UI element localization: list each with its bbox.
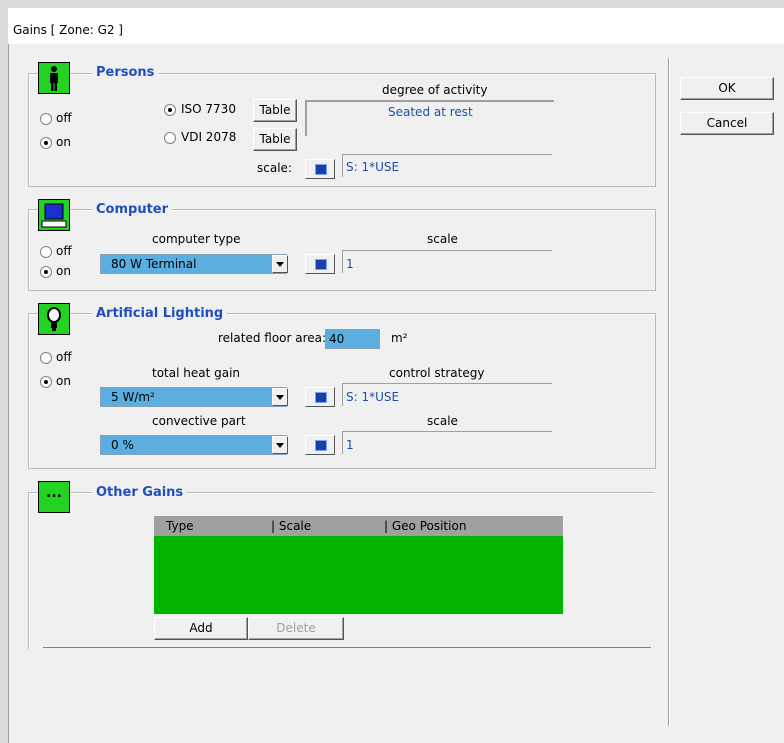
add-button[interactable]: Add: [154, 617, 248, 640]
computer-off-radio[interactable]: [40, 246, 52, 258]
cancel-button[interactable]: Cancel: [680, 112, 774, 135]
persons-off-label: off: [56, 111, 72, 125]
lighting-scale-button[interactable]: [305, 435, 335, 455]
gains-table-header: [154, 516, 563, 536]
heat-gain-label: total heat gain: [152, 366, 241, 380]
persons-scale-button[interactable]: [305, 159, 335, 179]
vdi-table-button[interactable]: Table: [253, 128, 297, 151]
computer-on-label: on: [56, 264, 71, 278]
schedule-icon: [315, 392, 327, 403]
floor-area-unit: m²: [391, 331, 408, 345]
computer-type-label: computer type: [152, 232, 241, 246]
separator: [669, 58, 670, 726]
delete-button[interactable]: Delete: [248, 617, 344, 640]
convective-label: convective part: [152, 414, 246, 428]
persons-title: Persons: [92, 65, 159, 80]
column-geo-position[interactable]: | Geo Position: [384, 519, 466, 533]
title-bar: [8, 8, 784, 44]
other-gains-icon: ...: [38, 481, 70, 513]
persons-scale-field[interactable]: S: 1*USE: [342, 154, 552, 177]
lighting-on-radio[interactable]: [40, 376, 52, 388]
chevron-down-icon[interactable]: [272, 436, 288, 454]
chevron-down-icon[interactable]: [272, 388, 288, 406]
lighting-on-label: on: [56, 374, 71, 388]
window-title: Gains [ Zone: G2 ]: [13, 23, 123, 37]
computer-icon: [38, 199, 70, 231]
lighting-off-radio[interactable]: [40, 352, 52, 364]
persons-scale-label: scale:: [257, 161, 292, 175]
activity-value: Seated at rest: [388, 105, 473, 119]
persons-off-radio[interactable]: [40, 113, 52, 125]
computer-off-label: off: [56, 244, 72, 258]
person-icon: [38, 62, 70, 94]
control-strategy-label: control strategy: [389, 366, 485, 380]
separator: [43, 647, 651, 648]
computer-on-radio[interactable]: [40, 266, 52, 278]
computer-scale-field[interactable]: 1: [342, 250, 552, 273]
convective-select[interactable]: 0 %: [100, 435, 287, 455]
lighting-scale-label: scale: [427, 414, 458, 428]
lighting-off-label: off: [56, 350, 72, 364]
iso-label: ISO 7730: [181, 102, 236, 116]
floor-area-input[interactable]: 40: [325, 329, 380, 349]
vdi-label: VDI 2078: [181, 130, 237, 144]
ok-button[interactable]: OK: [680, 77, 774, 100]
schedule-icon: [315, 440, 327, 451]
lightbulb-icon: [38, 303, 70, 335]
persons-on-label: on: [56, 135, 71, 149]
computer-scale-button[interactable]: [305, 254, 335, 274]
computer-scale-label: scale: [427, 232, 458, 246]
lighting-title: Artificial Lighting: [92, 306, 228, 321]
chevron-down-icon[interactable]: [272, 255, 288, 273]
floor-area-label: related floor area:: [218, 331, 327, 345]
heat-gain-select[interactable]: 5 W/m²: [100, 387, 287, 407]
activity-label: degree of activity: [382, 83, 488, 97]
column-scale[interactable]: | Scale: [271, 519, 311, 533]
iso-radio[interactable]: [164, 104, 176, 116]
iso-table-button[interactable]: Table: [253, 99, 297, 122]
schedule-icon: [315, 259, 327, 270]
computer-title: Computer: [92, 202, 173, 217]
control-strategy-button[interactable]: [305, 387, 335, 407]
lighting-scale-field[interactable]: 1: [342, 431, 552, 454]
vdi-radio[interactable]: [164, 132, 176, 144]
computer-type-select[interactable]: 80 W Terminal: [100, 254, 287, 274]
other-gains-title: Other Gains: [92, 485, 188, 500]
schedule-icon: [315, 164, 327, 175]
persons-on-radio[interactable]: [40, 137, 52, 149]
gains-table-body[interactable]: [154, 536, 563, 614]
column-type[interactable]: Type: [166, 519, 194, 533]
control-strategy-field[interactable]: S: 1*USE: [342, 383, 552, 406]
